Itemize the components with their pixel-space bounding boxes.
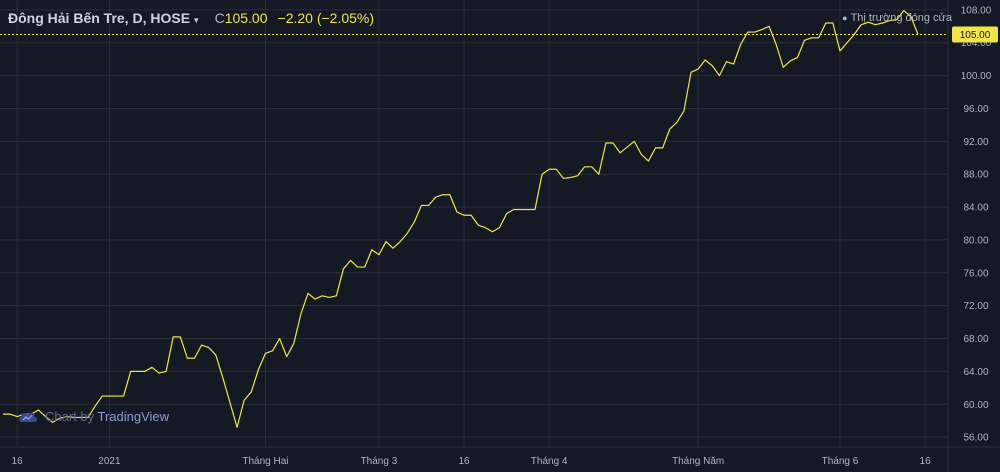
close-label: C [214, 10, 225, 26]
y-tick-label: 56.00 [963, 433, 988, 444]
close-price: C105.00 [215, 10, 268, 26]
tradingview-watermark[interactable]: Chart by TradingView [17, 408, 169, 424]
y-tick-label: 76.00 [963, 268, 988, 279]
status-dot-icon: ● [842, 13, 848, 23]
watermark-prefix: Chart by [45, 408, 98, 424]
x-tick-label: Tháng Năm [672, 456, 724, 467]
y-tick-label: 92.00 [963, 137, 988, 148]
symbol-title[interactable]: Đông Hải Bến Tre, D, HOSE [8, 10, 190, 26]
watermark-text: Chart by TradingView [45, 409, 169, 424]
y-tick-label: 72.00 [963, 301, 988, 312]
y-tick-label: 108.00 [961, 5, 992, 16]
market-status: ● Thị trường đóng cửa [842, 12, 952, 24]
tradingview-cloud-icon [19, 412, 37, 422]
y-tick-label: 68.00 [963, 334, 988, 345]
x-tick-label: Tháng Hai [242, 456, 288, 467]
x-tick-label: Tháng 4 [531, 456, 568, 467]
x-tick-label: Tháng 6 [822, 456, 859, 467]
price-change: −2.20 (−2.05%) [277, 10, 375, 26]
x-tick-label: 2021 [98, 456, 121, 467]
x-tick-label: 16 [12, 456, 24, 467]
y-tick-label: 60.00 [963, 400, 988, 411]
y-tick-label: 64.00 [963, 367, 988, 378]
chevron-down-icon[interactable]: ▾ [194, 15, 199, 26]
y-tick-label: 96.00 [963, 104, 988, 115]
y-tick-label: 84.00 [963, 203, 988, 214]
market-status-text: Thị trường đóng cửa [850, 12, 952, 24]
price-chart[interactable]: 56.00 60.00 64.00 68.00 72.00 76.00 80.00 84.00… [0, 0, 1000, 472]
x-tick-label: Tháng 3 [361, 456, 398, 467]
y-tick-label: 100.00 [961, 71, 992, 82]
chart-background [0, 0, 1000, 472]
watermark-brand: TradingView [97, 408, 170, 424]
close-value: 105.00 [224, 10, 268, 26]
last-price-label: 105.00 [960, 30, 991, 41]
x-tick-label: 16 [920, 456, 932, 467]
y-tick-label: 80.00 [963, 235, 988, 246]
legend-header[interactable]: Đông Hải Bến Tre, D, HOSE ▾ C105.00 −2.2… [8, 10, 374, 26]
y-tick-label: 88.00 [963, 170, 988, 181]
x-tick-label: 16 [458, 456, 470, 467]
